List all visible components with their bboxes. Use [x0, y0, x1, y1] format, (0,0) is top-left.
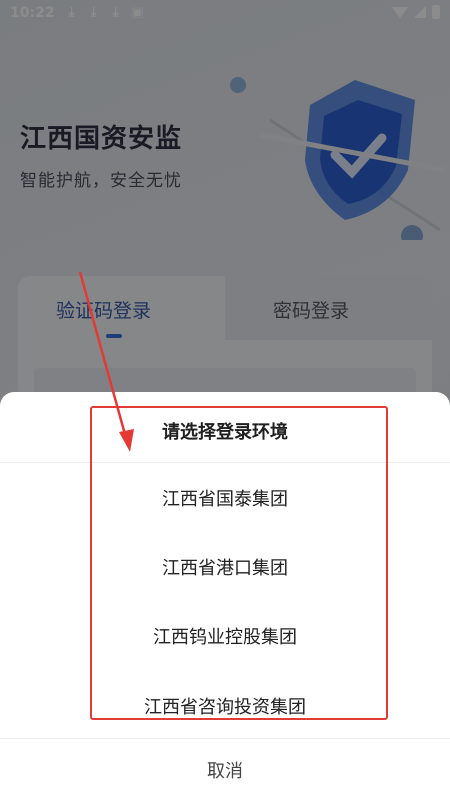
annotation-highlight-box: [90, 406, 388, 720]
divider: [0, 738, 450, 739]
cancel-button[interactable]: 取消: [0, 748, 450, 796]
